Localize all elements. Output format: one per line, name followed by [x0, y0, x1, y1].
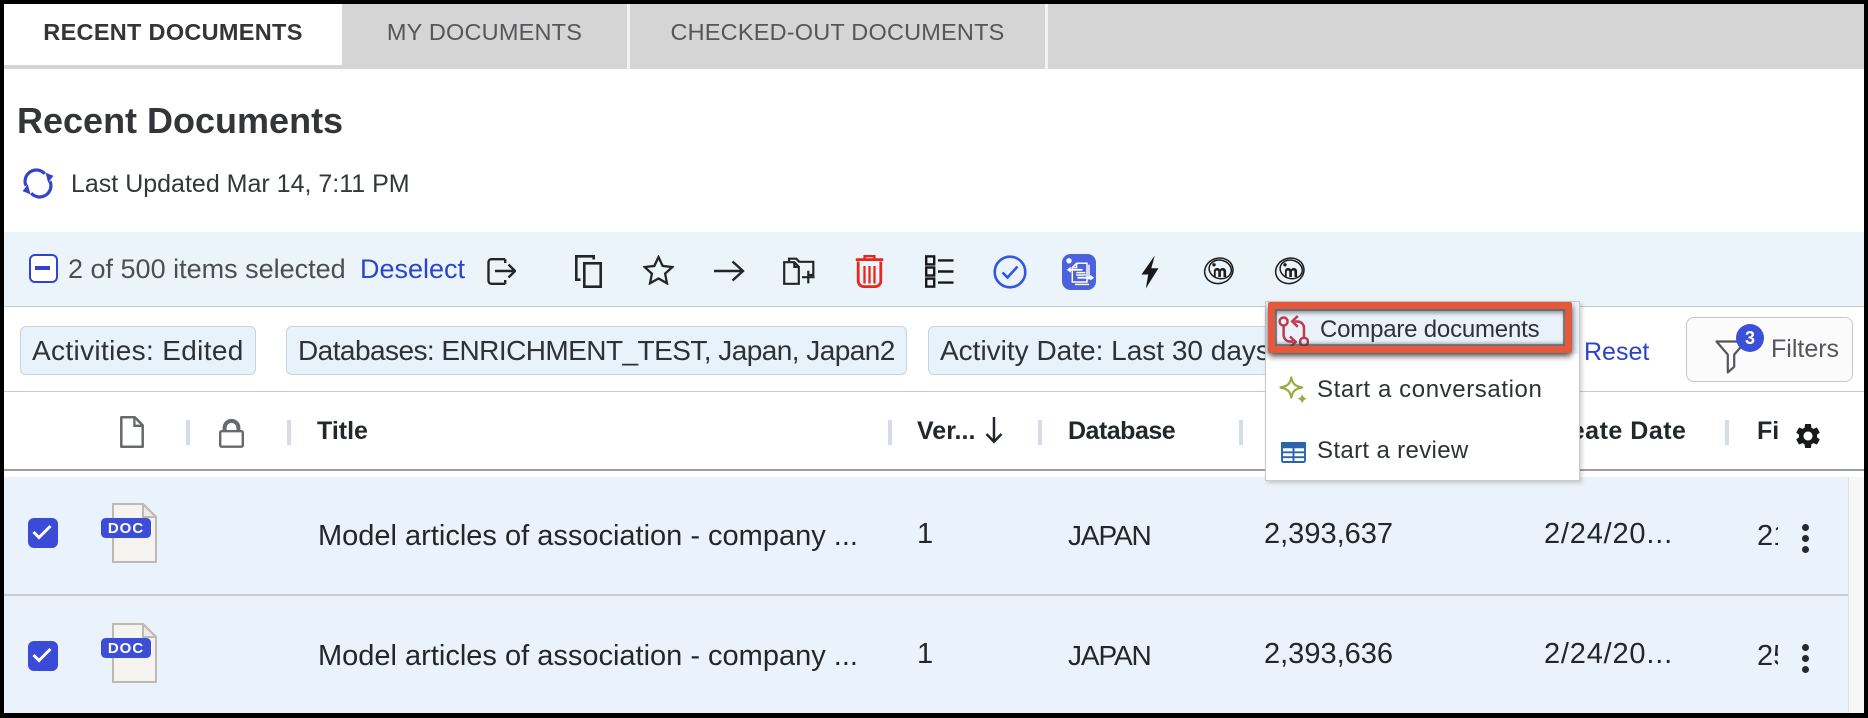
svg-text:DOC: DOC: [108, 640, 144, 657]
svg-text:DOC: DOC: [108, 520, 144, 537]
